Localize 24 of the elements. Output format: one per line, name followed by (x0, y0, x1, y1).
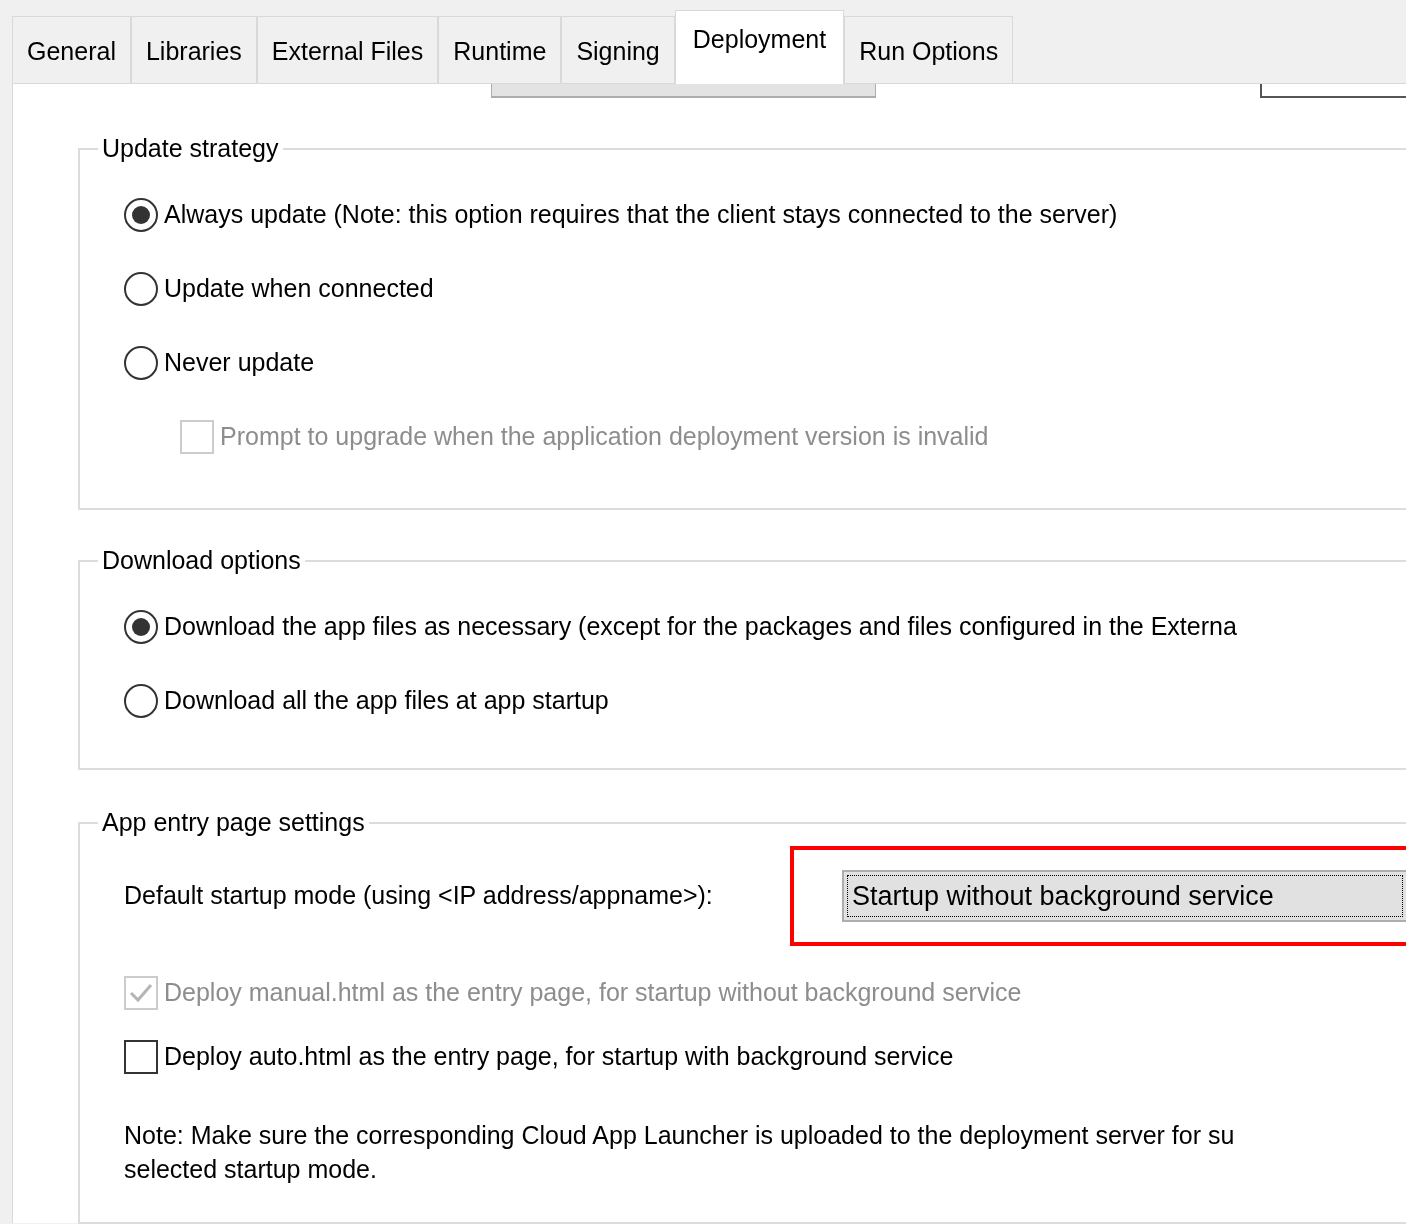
tab[interactable]: Libraries (130, 16, 257, 83)
radio-label: Download all the app files at app startup (164, 685, 609, 717)
radio-button[interactable] (124, 198, 158, 232)
tab[interactable]: Run Options (844, 16, 1014, 83)
tab[interactable]: Deployment (674, 10, 845, 84)
checkbox[interactable] (124, 1040, 158, 1074)
radio-label: Never update (164, 347, 315, 379)
radio-button[interactable] (124, 272, 158, 306)
tab[interactable]: External Files (256, 16, 439, 83)
radio-button[interactable] (124, 610, 158, 644)
note-text: Note: Make sure the corresponding Cloud App Launcher is uploaded to the deployment server for su selected startup mode. (124, 1120, 1236, 1185)
tab[interactable]: Signing (561, 16, 675, 83)
checkbox-label: Deploy manual.html as the entry page, for startup without background service (164, 977, 1022, 1009)
startup-mode-dropdown[interactable]: Startup without background service (842, 870, 1406, 922)
radio-label: Download the app files as necessary (except for the packages and files configured in the Externa (164, 611, 1237, 643)
checkbox-label: Deploy auto.html as the entry page, for startup with background service (164, 1041, 954, 1073)
radio-button[interactable] (124, 346, 158, 380)
tab[interactable]: General (12, 16, 131, 83)
tab[interactable]: Runtime (438, 16, 562, 83)
field-label: Default startup mode (using <IP address/appname>): (123, 880, 714, 912)
radio-button[interactable] (124, 684, 158, 718)
radio-label: Update when connected (164, 273, 434, 305)
radio-label: Always update (Note: this option requires that the client stays connected to the server) (164, 199, 1118, 231)
checkbox-label: Prompt to upgrade when the application deployment version is invalid (220, 421, 989, 453)
